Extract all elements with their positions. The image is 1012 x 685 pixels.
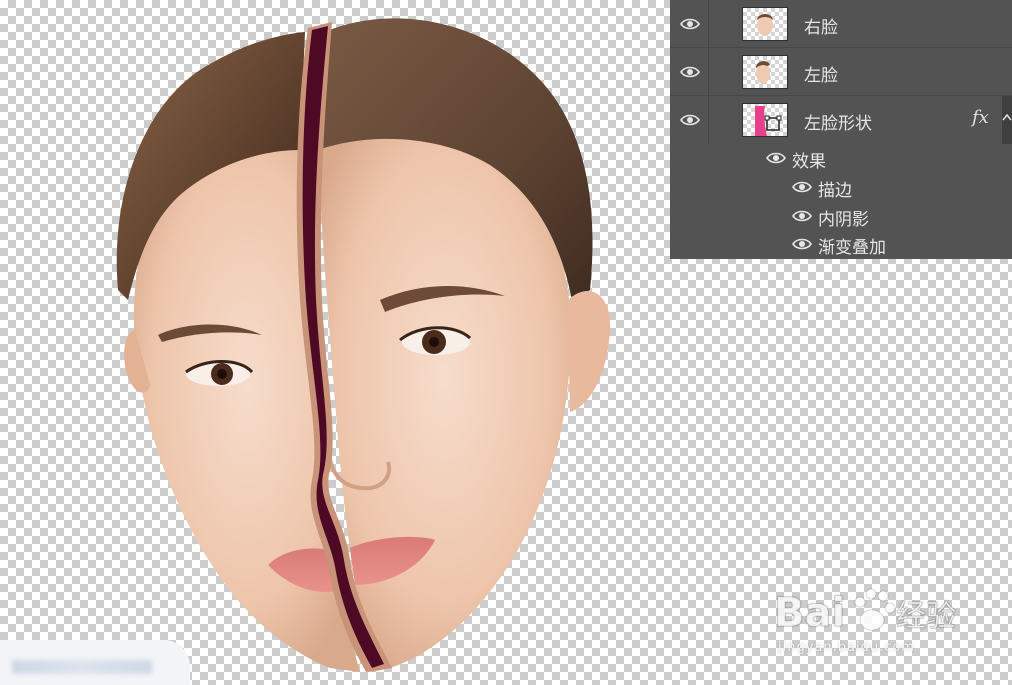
shape-thumbnail-icon[interactable] (742, 103, 788, 137)
layers-panel: 右脸 左脸 左脸形状 fx 效果 描边 内阴影 渐变叠加 (670, 0, 1012, 259)
eye-icon[interactable] (792, 237, 812, 251)
visibility-column-divider (708, 96, 709, 144)
eye-icon[interactable] (680, 17, 700, 31)
svg-text:Bai: Bai (774, 590, 845, 636)
face-right-thumbnail-icon[interactable] (742, 7, 788, 41)
face-left-thumbnail-icon[interactable] (742, 55, 788, 89)
effect-label: 内阴影 (818, 210, 869, 230)
layer-row-right-face[interactable]: 右脸 (670, 0, 1012, 48)
svg-text:经验: 经验 (896, 599, 956, 634)
layer-name: 左脸形状 (804, 114, 872, 134)
visibility-column-divider (708, 0, 709, 47)
eye-icon[interactable] (680, 65, 700, 79)
chevron-up-icon[interactable] (1002, 110, 1012, 124)
visibility-column-divider (708, 48, 709, 95)
baidu-jingyan-watermark: Bai 经验 jingyan.baidu.com (768, 582, 968, 662)
right-ear (568, 291, 611, 412)
effects-group-label: 效果 (792, 152, 826, 172)
eye-icon[interactable] (766, 151, 786, 165)
effect-label: 描边 (818, 181, 852, 201)
eye-icon[interactable] (792, 180, 812, 194)
layer-row-left-face[interactable]: 左脸 (670, 48, 1012, 96)
watermark-url: jingyan.baidu.com (778, 640, 915, 655)
fx-badge[interactable]: fx (972, 107, 989, 128)
layer-row-left-face-shape[interactable]: 左脸形状 fx (670, 96, 1012, 144)
baidu-paw-logo-icon: Bai 经验 (774, 588, 957, 637)
eye-icon[interactable] (680, 113, 700, 127)
eye-icon[interactable] (792, 209, 812, 223)
effect-label: 渐变叠加 (818, 238, 886, 258)
layer-name: 左脸 (804, 66, 838, 86)
layer-name: 右脸 (804, 18, 838, 38)
blurred-text (12, 660, 152, 674)
right-face-layer (318, 18, 611, 673)
